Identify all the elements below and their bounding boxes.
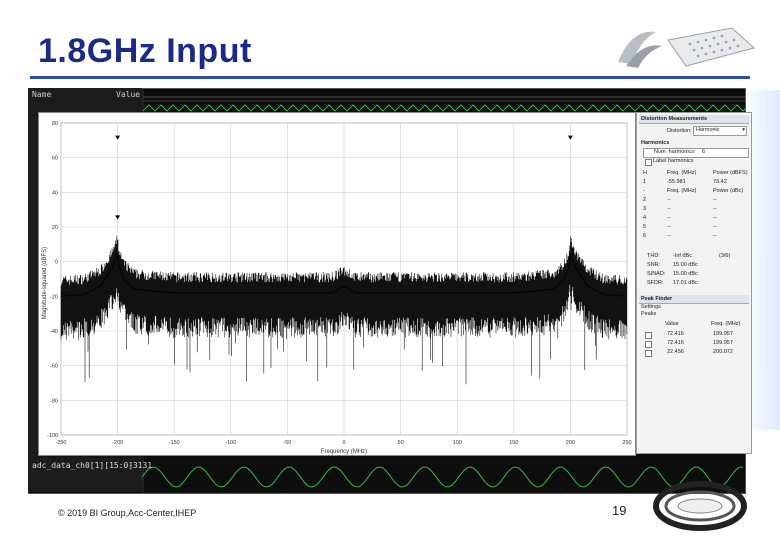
num-harmonics-label: Num. harmonics: xyxy=(654,149,696,155)
harmonics-cell: -- xyxy=(713,206,717,212)
x-tick-label: -150 xyxy=(169,440,180,446)
distortion-select[interactable]: Harmonic ▾ xyxy=(693,126,747,136)
y-tick-label: 60 xyxy=(52,156,58,162)
metric-cell: SFDR: xyxy=(647,280,664,286)
slide-title: 1.8GHz Input xyxy=(38,32,252,70)
y-tick-label: 40 xyxy=(52,190,58,196)
y-tick-label: -100 xyxy=(47,433,58,439)
peaks-toggle[interactable]: Peaks xyxy=(641,311,656,318)
x-tick-label: 0 xyxy=(342,440,345,446)
metric-cell: THD: xyxy=(647,253,660,259)
scope-signal-name[interactable]: adc_data_ch0[1][15:0] xyxy=(32,461,133,470)
harmonics-cell: -- xyxy=(713,224,717,230)
table-header-freq: Freq. (MHz) xyxy=(667,170,697,176)
metric-cell: 17.01 dBc xyxy=(673,280,698,286)
peak-cell: 200.072 xyxy=(713,349,733,355)
chevron-down-icon: ▾ xyxy=(742,127,745,133)
x-tick-label: 50 xyxy=(398,440,404,446)
harmonics-cell: 1 xyxy=(643,179,647,185)
peak-cell: 199.957 xyxy=(713,340,733,346)
harmonics-cell: -- xyxy=(713,233,717,239)
peak-cell: 72.416 xyxy=(667,340,684,346)
harmonics-cell: -55.981 xyxy=(667,179,686,185)
distortion-value: Harmonic xyxy=(696,127,720,133)
y-tick-label: -60 xyxy=(50,364,58,370)
footer-copyright: © 2019 BI Group,Acc-Center,IHEP xyxy=(58,508,197,518)
y-tick-label: 0 xyxy=(55,260,58,266)
harmonics-cell: 4 xyxy=(643,215,647,221)
peak-checkbox[interactable] xyxy=(645,341,652,348)
harmonics-cell: 2 xyxy=(643,197,647,203)
harmonics-cell: -- xyxy=(667,224,671,230)
harmonics-section[interactable]: Harmonics xyxy=(641,140,669,147)
harmonics-cell: -- xyxy=(667,215,671,221)
peak-finder-header[interactable]: Peak Finder xyxy=(639,295,749,304)
label-harmonics-text: Label harmonics xyxy=(653,158,694,164)
metric-cell: SNR: xyxy=(647,262,661,268)
metric-cell: 15.00 dBc xyxy=(673,262,698,268)
peak-checkbox[interactable] xyxy=(645,350,652,357)
x-tick-label: -50 xyxy=(283,440,291,446)
peak-cell: 199.957 xyxy=(713,331,733,337)
page-number: 19 xyxy=(612,503,627,518)
measurement-panel: Distortion Measurements Distortion: Harm… xyxy=(636,112,752,454)
y-axis-label: Magnitude-squared (dBFS) xyxy=(42,247,48,319)
y-tick-label: 80 xyxy=(52,121,58,127)
harmonics-cell: - xyxy=(643,188,645,194)
x-tick-label: 150 xyxy=(509,440,518,446)
logo-graphic xyxy=(612,22,758,76)
harmonics-cell: 5 xyxy=(643,224,647,230)
harmonics-cell: -- xyxy=(713,197,717,203)
x-tick-label: -200 xyxy=(112,440,123,446)
table-header-power: Power (dBFS) xyxy=(713,170,748,176)
y-tick-label: 20 xyxy=(52,225,58,231)
harmonics-cell: 6 xyxy=(643,233,647,239)
scope-value-header: Value xyxy=(116,90,141,99)
metric-cell: 15.00 dBc xyxy=(673,271,698,277)
spectrum-plot-window: -250 -200 -150 -100 -50 0 50 100 150 200 250 80 60 40… xyxy=(38,112,636,456)
y-tick-label: -40 xyxy=(50,329,58,335)
y-tick-label: -80 xyxy=(50,398,58,404)
num-harmonics-field[interactable]: Num. harmonics: 6 xyxy=(643,148,749,158)
settings-toggle[interactable]: Settings xyxy=(641,304,661,311)
metric-cell: -Inf dBc xyxy=(673,253,692,259)
x-tick-label: 100 xyxy=(453,440,462,446)
metric-cell: (3/6) xyxy=(719,253,731,259)
x-tick-label: -250 xyxy=(55,440,66,446)
table-header-h: H xyxy=(643,170,647,176)
spectrum-chart: -250 -200 -150 -100 -50 0 50 100 150 200 250806040… xyxy=(39,113,635,455)
scope-name-header: Name xyxy=(32,90,52,99)
peak-cell: 72.416 xyxy=(667,331,684,337)
harmonics-cell: -- xyxy=(667,206,671,212)
x-axis-label: Frequency (MHz) xyxy=(321,449,367,455)
y-tick-label: -20 xyxy=(50,294,58,300)
peak-cell: 22.456 xyxy=(667,349,684,355)
harmonics-cell: -- xyxy=(667,233,671,239)
peak-col-freq: Freq. (MHz) xyxy=(711,321,741,327)
distortion-label: Distortion: xyxy=(667,128,692,134)
harmonics-cell: Freq. (MHz) xyxy=(667,188,697,194)
peak-col-value: Value xyxy=(665,321,679,327)
x-tick-label: 250 xyxy=(622,440,631,446)
harmonics-cell: 73.42 xyxy=(713,179,727,185)
title-rule xyxy=(30,76,750,79)
distortion-header[interactable]: Distortion Measurements xyxy=(639,115,749,124)
harmonics-cell: 3 xyxy=(643,206,647,212)
peak-checkbox[interactable] xyxy=(645,332,652,339)
harmonics-cell: -- xyxy=(713,215,717,221)
metric-cell: SINAD: xyxy=(647,271,666,277)
label-harmonics-checkbox[interactable] xyxy=(645,159,652,166)
decorative-image xyxy=(653,481,747,531)
harmonics-cell: -- xyxy=(667,197,671,203)
x-tick-label: -100 xyxy=(225,440,236,446)
harmonics-cell: Power (dBc) xyxy=(713,188,744,194)
x-tick-label: 200 xyxy=(566,440,575,446)
num-harmonics-value: 6 xyxy=(702,149,706,155)
scope-signal-value: -3131 xyxy=(128,461,153,470)
